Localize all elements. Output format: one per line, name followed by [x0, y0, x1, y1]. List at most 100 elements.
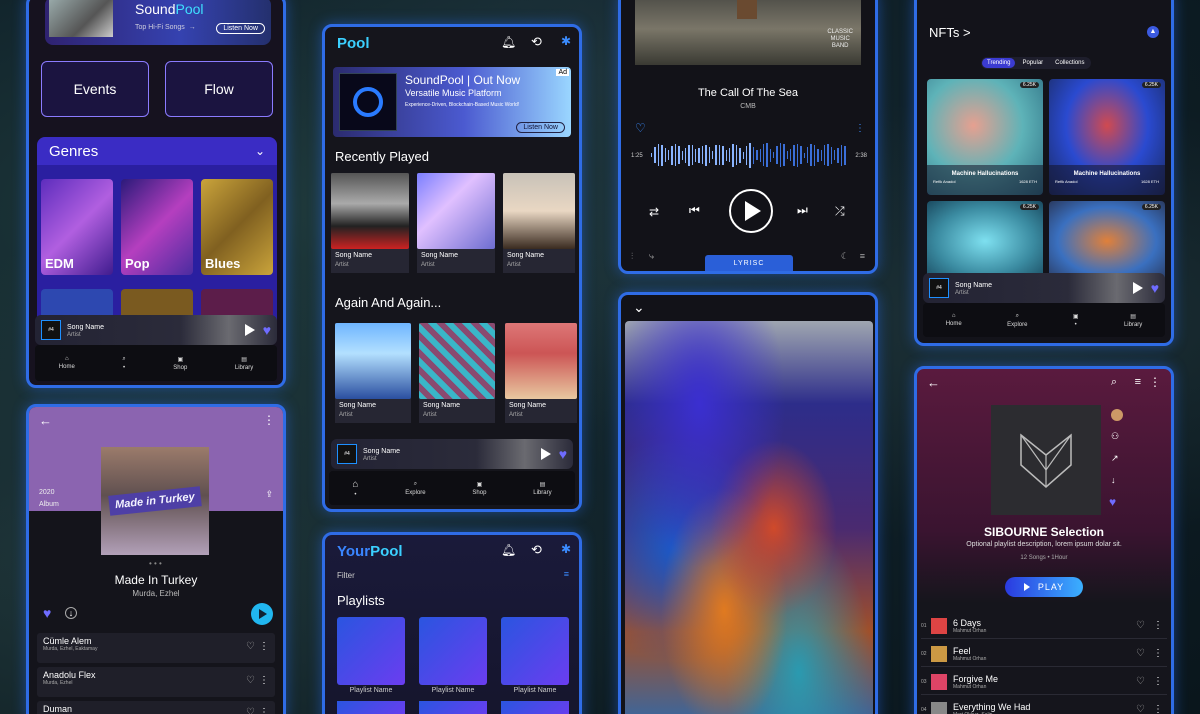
profile-icon[interactable]: ▲: [1147, 26, 1159, 38]
heart-outline-icon[interactable]: ♡: [246, 641, 255, 652]
nft-card[interactable]: 6.25K Machine Hallucinations Refik Anado…: [1049, 79, 1165, 195]
heart-icon[interactable]: ♥: [43, 605, 51, 621]
back-arrow-icon[interactable]: ←: [927, 375, 940, 390]
nav-explore[interactable]: ⌕ Explore: [405, 481, 425, 496]
shuffle-icon[interactable]: ⤮: [835, 204, 845, 219]
nav-shop[interactable]: ▣ •: [1073, 313, 1079, 328]
nav-library[interactable]: ▤ Library: [235, 356, 253, 371]
playlist-card[interactable]: [337, 617, 405, 685]
add-user-icon[interactable]: ⚇: [1111, 431, 1119, 442]
more-icon[interactable]: ⋮: [259, 675, 269, 686]
again-card[interactable]: Song Name Artist: [419, 323, 495, 423]
heart-outline-icon[interactable]: ♡: [1136, 676, 1145, 687]
bluetooth-icon[interactable]: ✱: [561, 34, 571, 48]
bell-icon[interactable]: 🔔︎: [501, 543, 516, 557]
heart-outline-icon[interactable]: ♡: [246, 675, 255, 686]
heart-outline-icon[interactable]: ♡: [246, 707, 255, 714]
heart-outline-icon[interactable]: ♡: [635, 121, 646, 135]
more-icon[interactable]: ⋮: [1153, 704, 1163, 714]
nav-home[interactable]: ⌂ Home: [946, 313, 962, 327]
play-icon[interactable]: [244, 324, 255, 336]
heart-icon[interactable]: ♥: [263, 322, 271, 338]
genre-tile-pop[interactable]: Pop: [121, 179, 193, 275]
history-icon[interactable]: ⟲: [531, 34, 542, 50]
nav-shop[interactable]: ▣ Shop: [173, 356, 187, 371]
download-icon[interactable]: ↓: [1111, 475, 1116, 485]
heart-outline-icon[interactable]: ♡: [1136, 648, 1145, 659]
tab-trending[interactable]: Trending: [982, 58, 1016, 68]
filter-label[interactable]: Filter: [337, 571, 355, 580]
more-icon[interactable]: ⋮: [1153, 620, 1163, 631]
more-icon[interactable]: ⋮: [259, 707, 269, 714]
ad-banner[interactable]: SoundPool | Out Now Versatile Music Plat…: [333, 67, 571, 137]
heart-icon[interactable]: ♥: [1109, 495, 1116, 509]
tab-popular[interactable]: Popular: [1017, 58, 1048, 68]
queue-icon[interactable]: ≡: [860, 251, 865, 261]
nfts-title[interactable]: NFTs >: [929, 25, 971, 40]
banner-listen-button[interactable]: Listen Now: [216, 23, 265, 34]
mini-player[interactable]: #4 Song Name Artist ♥: [331, 439, 573, 469]
more-icon[interactable]: ⋮: [1153, 676, 1163, 687]
play-button[interactable]: [251, 603, 273, 625]
events-button[interactable]: Events: [41, 61, 149, 117]
play-icon[interactable]: [540, 448, 551, 460]
play-icon[interactable]: [1132, 282, 1143, 294]
more-icon[interactable]: ⋮: [1149, 375, 1161, 389]
previous-icon[interactable]: ⏮︎: [689, 203, 700, 218]
mini-player[interactable]: #4 Song Name Artist ♥: [923, 273, 1165, 303]
mini-player[interactable]: #4 Song Name Artist ♥: [35, 315, 277, 345]
track-row[interactable]: 03 Forgive Me Mahmut Orhan ♡ ⋮: [921, 669, 1167, 695]
nav-library[interactable]: ▤ Library: [533, 481, 551, 496]
nav-library[interactable]: ▤ Library: [1124, 313, 1142, 328]
flow-button[interactable]: Flow: [165, 61, 273, 117]
playlist-card[interactable]: [501, 617, 569, 685]
share-icon[interactable]: ↗: [1111, 453, 1119, 464]
history-icon[interactable]: ⟲: [531, 542, 542, 558]
genre-tile-blues[interactable]: Blues: [201, 179, 273, 275]
nft-card[interactable]: 6.25K: [927, 201, 1043, 281]
next-icon[interactable]: ⏭︎: [797, 203, 808, 218]
bell-icon[interactable]: 🔔︎: [501, 35, 516, 49]
tab-collections[interactable]: Collections: [1050, 58, 1089, 68]
back-arrow-icon[interactable]: ←: [39, 413, 52, 428]
moon-icon[interactable]: ☾: [841, 251, 849, 262]
heart-outline-icon[interactable]: ♡: [1136, 704, 1145, 714]
waveform[interactable]: [651, 142, 847, 168]
more-icon[interactable]: ⋮: [855, 123, 865, 134]
heart-icon[interactable]: ♥: [559, 446, 567, 462]
nav-explore[interactable]: ⌕ Explore: [1007, 313, 1027, 328]
share-icon[interactable]: ⇪: [265, 489, 273, 500]
lyrics-tab[interactable]: LYRISC: [705, 255, 793, 271]
sort-icon[interactable]: ≡: [564, 569, 569, 579]
track-row[interactable]: 02 Feel Mahmut Orhan ♡ ⋮: [921, 641, 1167, 667]
nav-home[interactable]: ⌂ •: [352, 479, 358, 498]
genres-header[interactable]: Genres ⌄: [37, 137, 277, 165]
track-row[interactable]: Anadolu Flex Murda, Ezhel ♡ ⋮: [37, 667, 275, 697]
avatar[interactable]: [1111, 409, 1123, 421]
search-icon[interactable]: ⌕: [1111, 376, 1117, 389]
play-button[interactable]: PLAY: [1005, 577, 1083, 597]
nav-search[interactable]: ⌕ •: [122, 356, 125, 371]
track-row[interactable]: Duman ♡ ⋮: [37, 701, 275, 714]
chevron-down-icon[interactable]: ⌄: [255, 144, 265, 158]
recent-card[interactable]: Song Name Artist: [417, 173, 495, 273]
heart-icon[interactable]: ♥: [1151, 280, 1159, 296]
heart-outline-icon[interactable]: ♡: [1136, 620, 1145, 631]
again-card[interactable]: Song Name Artist: [505, 323, 577, 423]
nav-home[interactable]: ⌂ Home: [59, 356, 75, 370]
filter-icon[interactable]: ≡: [1135, 376, 1141, 388]
more-icon[interactable]: ⋮: [1153, 648, 1163, 659]
download-icon[interactable]: ↓: [65, 607, 77, 619]
bluetooth-icon[interactable]: ✱: [561, 542, 571, 556]
nft-card[interactable]: 6.25K Machine Hallucinations Refik Anado…: [927, 79, 1043, 195]
nav-shop[interactable]: ▣ Shop: [472, 481, 486, 496]
equalizer-icon[interactable]: ⫶: [631, 251, 633, 262]
nft-card[interactable]: 6.25K: [1049, 201, 1165, 281]
play-button[interactable]: [729, 189, 773, 233]
chevron-down-icon[interactable]: ⌄: [633, 299, 645, 316]
more-icon[interactable]: ⋮: [263, 413, 275, 427]
again-card[interactable]: Song Name Artist: [335, 323, 411, 423]
track-row[interactable]: 01 6 Days Mahmut Orhan ♡ ⋮: [921, 613, 1167, 639]
genre-tile-edm[interactable]: EDM: [41, 179, 113, 275]
recent-card[interactable]: Song Name Artist: [331, 173, 409, 273]
